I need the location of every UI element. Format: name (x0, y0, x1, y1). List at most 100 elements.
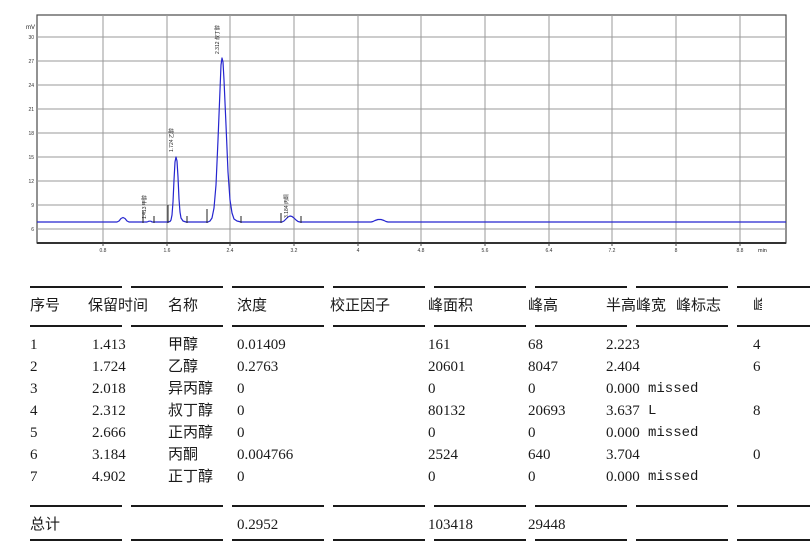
header-peak-height: 峰高 (528, 289, 558, 323)
cell-peak-height: 0 (528, 466, 536, 488)
svg-text:8: 8 (675, 248, 678, 254)
cell-name: 异丙醇 (168, 378, 213, 400)
header-truncated-column: 峰 (753, 289, 762, 323)
horizontal-gridlines (37, 37, 786, 229)
table-row: 4 2.312 叔丁醇 0 80132 20693 3.637 L 8 (0, 400, 810, 422)
svg-text:4: 4 (357, 248, 360, 254)
cell-index: 7 (30, 466, 38, 488)
svg-text:6: 6 (31, 227, 34, 233)
cell-concentration: 0 (237, 400, 245, 422)
table-row: 6 3.184 丙酮 0.004766 2524 640 3.704 0 (0, 444, 810, 466)
total-label: 总计 (30, 514, 60, 536)
table-header-row: 序号 保留时间 名称 浓度 校正因子 峰面积 峰高 半高峰宽 峰标志 峰 (0, 289, 810, 323)
svg-text:6.4: 6.4 (546, 248, 553, 254)
cell-concentration: 0.004766 (237, 444, 293, 466)
cell-concentration: 0 (237, 378, 245, 400)
header-peak-flag: 峰标志 (676, 289, 721, 323)
peak-label-ethanol: 1.724 乙醇 (168, 128, 175, 152)
cell-peak-height: 20693 (528, 400, 566, 422)
x-tick-labels: 0.8 1.6 2.4 3.2 4 4.8 5.6 6.4 7.2 8 8.8 (100, 248, 744, 254)
cell-truncated-value: 0 (753, 444, 761, 466)
cell-peak-area: 80132 (428, 400, 466, 422)
cell-peak-area: 0 (428, 466, 436, 488)
y-axis-unit-label: mV (26, 25, 35, 31)
cell-retention-time: 4.902 (92, 466, 126, 488)
cell-half-width: 3.637 (606, 400, 640, 422)
cell-half-width: 0.000 (606, 422, 640, 444)
svg-text:30: 30 (28, 35, 34, 41)
cell-truncated-value: 8 (753, 400, 761, 422)
cell-peak-height: 0 (528, 422, 536, 444)
chromatography-report: { "chart": { "y_axis_unit": "mV", "x_axi… (0, 0, 810, 544)
total-peak-height: 29448 (528, 514, 566, 536)
cell-concentration: 0.2763 (237, 356, 278, 378)
cell-index: 3 (30, 378, 38, 400)
cell-peak-flag: missed (648, 466, 698, 488)
cell-concentration: 0 (237, 466, 245, 488)
svg-text:8.8: 8.8 (737, 248, 744, 254)
svg-text:18: 18 (28, 131, 34, 137)
cell-truncated-value: 6 (753, 356, 761, 378)
cell-retention-time: 2.018 (92, 378, 126, 400)
svg-text:7.2: 7.2 (609, 248, 616, 254)
cell-retention-time: 3.184 (92, 444, 126, 466)
header-concentration: 浓度 (237, 289, 267, 323)
chromatogram-panel: mV min 30 27 24 21 18 15 12 9 6 0.8 1.6 … (0, 0, 810, 262)
svg-text:21: 21 (28, 107, 34, 113)
table-rule-top (30, 286, 810, 288)
header-name: 名称 (168, 289, 198, 323)
table-row: 1 1.413 甲醇 0.01409 161 68 2.223 4 (0, 334, 810, 356)
cell-retention-time: 2.666 (92, 422, 126, 444)
cell-peak-flag: L (648, 400, 656, 422)
header-correction-factor: 校正因子 (330, 289, 390, 323)
cell-half-width: 2.404 (606, 356, 640, 378)
header-peak-area: 峰面积 (428, 289, 473, 323)
svg-text:1.6: 1.6 (164, 248, 171, 254)
cell-index: 6 (30, 444, 38, 466)
table-row: 5 2.666 正丙醇 0 0 0 0.000 missed (0, 422, 810, 444)
cell-half-width: 3.704 (606, 444, 640, 466)
cell-peak-height: 0 (528, 378, 536, 400)
cell-truncated-value: 4 (753, 334, 761, 356)
svg-text:9: 9 (31, 203, 34, 209)
cell-peak-area: 161 (428, 334, 451, 356)
table-row: 3 2.018 异丙醇 0 0 0 0.000 missed (0, 378, 810, 400)
signal-trace (37, 58, 786, 222)
svg-text:12: 12 (28, 179, 34, 185)
cell-half-width: 2.223 (606, 334, 640, 356)
x-axis-unit-label: min (758, 248, 767, 254)
peak-label-tert-butanol: 2.312 叔丁醇 (214, 25, 221, 54)
chromatogram-plot: mV min 30 27 24 21 18 15 12 9 6 0.8 1.6 … (0, 0, 810, 262)
cell-peak-area: 0 (428, 422, 436, 444)
cell-name: 乙醇 (168, 356, 198, 378)
table-row: 7 4.902 正丁醇 0 0 0 0.000 missed (0, 466, 810, 488)
table-row: 2 1.724 乙醇 0.2763 20601 8047 2.404 6 (0, 356, 810, 378)
cell-half-width: 0.000 (606, 378, 640, 400)
total-row: 总计 0.2952 103418 29448 (0, 514, 810, 536)
cell-concentration: 0.01409 (237, 334, 286, 356)
cell-name: 正丁醇 (168, 466, 213, 488)
cell-peak-area: 0 (428, 378, 436, 400)
table-rule-header (30, 325, 810, 327)
cell-retention-time: 2.312 (92, 400, 126, 422)
cell-name: 正丙醇 (168, 422, 213, 444)
cell-peak-height: 68 (528, 334, 543, 356)
cell-peak-flag: missed (648, 422, 698, 444)
total-peak-area: 103418 (428, 514, 473, 536)
svg-text:4.8: 4.8 (418, 248, 425, 254)
svg-text:15: 15 (28, 155, 34, 161)
cell-name: 丙酮 (168, 444, 198, 466)
cell-peak-height: 8047 (528, 356, 558, 378)
header-index: 序号 (30, 289, 60, 323)
cell-peak-flag: missed (648, 378, 698, 400)
total-concentration: 0.2952 (237, 514, 278, 536)
svg-text:5.6: 5.6 (482, 248, 489, 254)
peak-label-acetone: 3.184 丙酮 (284, 194, 290, 218)
y-tick-labels: 30 27 24 21 18 15 12 9 6 (28, 35, 34, 233)
header-half-height-width: 半高峰宽 (606, 289, 666, 323)
header-retention-time: 保留时间 (88, 289, 148, 323)
cell-peak-height: 640 (528, 444, 551, 466)
cell-peak-area: 2524 (428, 444, 458, 466)
cell-peak-area: 20601 (428, 356, 466, 378)
cell-name: 叔丁醇 (168, 400, 213, 422)
